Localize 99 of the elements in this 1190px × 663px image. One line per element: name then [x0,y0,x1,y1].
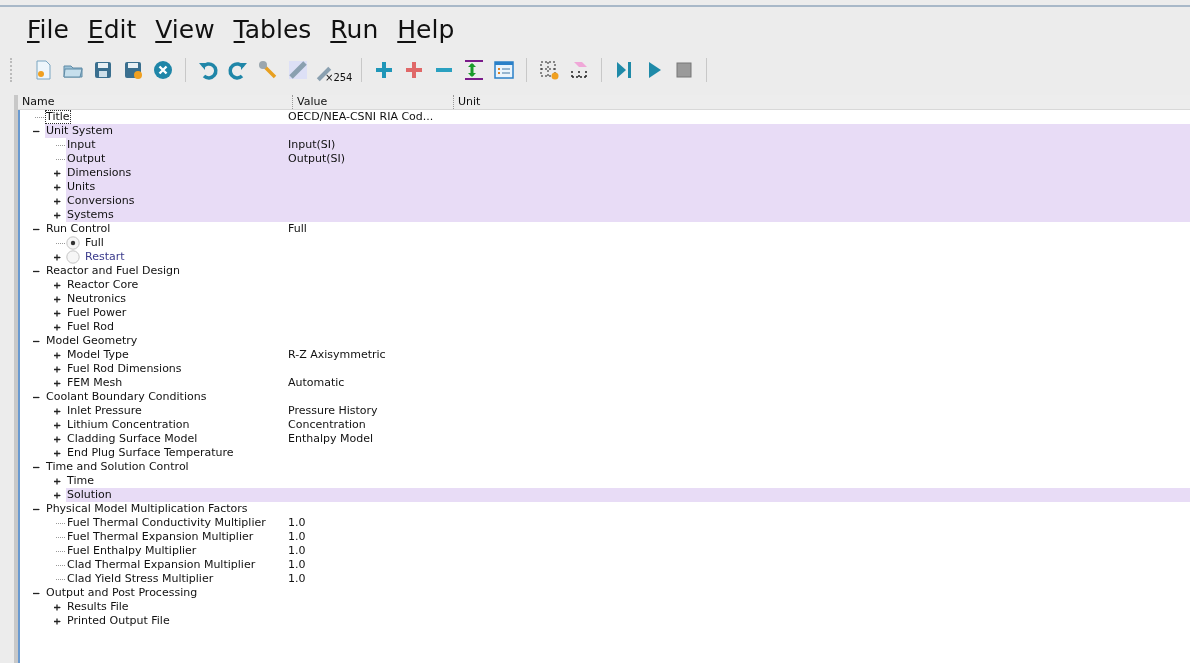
expand-icon[interactable] [53,365,62,373]
tree-item-label[interactable]: Clad Yield Stress Multiplier [66,572,215,586]
expand-icon[interactable] [53,449,62,457]
menu-item[interactable]: Run [330,15,379,51]
tree-item-label[interactable]: Time [66,474,95,488]
expand-icon[interactable] [53,253,62,261]
tree-item-label[interactable]: Fuel Enthalpy Multiplier [66,544,198,558]
menu-item[interactable]: File [27,15,69,51]
row-highlight[interactable]: Output Output(SI) [66,152,1190,166]
value-cell: OECD/NEA-CSNI RIA Cod... [288,110,434,124]
expand-icon[interactable] [53,421,62,429]
expand-icon[interactable] [53,351,62,359]
column-header[interactable]: Name [18,95,292,109]
radio-label[interactable]: Restart [84,250,126,264]
expand-icon[interactable] [53,169,62,177]
undo-icon[interactable] [197,59,219,81]
redo-icon[interactable] [227,59,249,81]
tree-item-label[interactable]: Fuel Thermal Expansion Multiplier [66,530,255,544]
expand-icon[interactable] [53,477,62,485]
expand-icon[interactable] [53,407,62,415]
tree-item-label[interactable]: Physical Model Multiplication Factors [45,502,249,516]
expand-icon[interactable] [53,309,62,317]
menu-item[interactable]: Tables [233,15,312,51]
tree-item-label[interactable]: Fuel Thermal Conductivity Multiplier [66,516,267,530]
tree-item-label[interactable]: Model Type [66,348,130,362]
radio-button[interactable] [66,250,80,264]
tree-item-label[interactable]: Time and Solution Control [45,460,190,474]
tree-item-label[interactable]: Solution [66,488,113,502]
tree-item-label[interactable]: Coolant Boundary Conditions [45,390,208,404]
row-highlight[interactable]: Input Input(SI) [66,138,1190,152]
value-cell: 1.0 [288,558,306,572]
expand-icon[interactable] [53,211,62,219]
expand-icon[interactable] [53,617,62,625]
value-cell: Full [288,222,307,236]
tree-item-label[interactable]: Cladding Surface Model [66,432,199,446]
tree-item-label[interactable]: FEM Mesh [66,376,124,390]
tree-item-label[interactable]: Unit System [45,124,114,138]
value-cell: 1.0 [288,572,306,586]
row-highlight[interactable]: Dimensions [66,166,1190,180]
tree-item-label[interactable]: Reactor Core [66,278,140,292]
tree-item-label[interactable]: Lithium Concentration [66,418,191,432]
value-cell: 1.0 [288,530,306,544]
expand-icon[interactable] [53,323,62,331]
tree-item-label[interactable]: Run Control [45,222,112,236]
tree-item-label[interactable]: Output [66,152,107,166]
expand-icon[interactable] [53,281,62,289]
radio-label[interactable]: Full [84,236,105,250]
expand-icon[interactable] [53,379,62,387]
row-highlight[interactable]: Unit System [45,124,1190,138]
expand-icon[interactable] [53,295,62,303]
value-cell: R-Z Axisymmetric [288,348,386,362]
radio-button[interactable] [66,236,80,250]
save-as-icon[interactable] [122,59,144,81]
tree-item-label[interactable]: Systems [66,208,115,222]
column-header[interactable]: Unit [453,95,1158,109]
row-highlight[interactable]: Systems [66,208,1190,222]
tree-item-label[interactable]: Neutronics [66,292,128,306]
value-cell: Automatic [288,376,345,390]
value-cell: Pressure History [288,404,378,418]
ruler-scale-button[interactable]: ×254 [315,57,353,83]
tree-item-label[interactable]: Fuel Power [66,306,128,320]
grid-icon[interactable] [538,59,561,81]
tree-item-label[interactable]: Model Geometry [45,334,139,348]
tree-item-label[interactable]: Clad Thermal Expansion Multiplier [66,558,257,572]
menu-item[interactable]: View [155,15,215,51]
form-icon[interactable] [493,59,516,81]
tree-item-label[interactable]: Printed Output File [66,614,171,628]
tree-item-label[interactable]: Reactor and Fuel Design [45,264,181,278]
column-header[interactable]: Value [292,95,453,109]
tree-item-label[interactable]: Fuel Rod [66,320,115,334]
tree-item-label[interactable]: Units [66,180,97,194]
value-cell: Concentration [288,418,366,432]
tree-item-label[interactable]: Output and Post Processing [45,586,199,600]
tree-item-label[interactable]: Dimensions [66,166,133,180]
close-icon[interactable] [152,59,174,81]
row-highlight[interactable]: Units [66,180,1190,194]
save-icon[interactable] [92,59,114,81]
expand-icon[interactable] [53,435,62,443]
menu-item[interactable]: Help [397,15,455,51]
value-cell: Input(SI) [288,138,336,152]
row-highlight[interactable]: Conversions [66,194,1190,208]
tree-item-label[interactable]: Fuel Rod Dimensions [66,362,183,376]
expand-icon[interactable] [53,197,62,205]
expand-icon[interactable] [53,603,62,611]
value-cell: Enthalpy Model [288,432,374,446]
tree-item-label[interactable]: Conversions [66,194,136,208]
tree-item-label[interactable]: Input [66,138,97,152]
value-cell: 1.0 [288,516,306,530]
expand-icon[interactable] [53,183,62,191]
tree-item-label[interactable]: Results File [66,600,130,614]
value-cell: 1.0 [288,544,306,558]
tree-item-label[interactable]: End Plug Surface Temperature [66,446,235,460]
value-cell: Output(SI) [288,152,346,166]
menu-item[interactable]: Edit [87,15,137,51]
row-height-icon[interactable] [463,59,486,81]
expand-icon[interactable] [53,491,62,499]
tree-item-label[interactable]: Title [45,110,71,124]
row-highlight[interactable]: Solution [66,488,1190,502]
tree-item-label[interactable]: Inlet Pressure [66,404,143,418]
